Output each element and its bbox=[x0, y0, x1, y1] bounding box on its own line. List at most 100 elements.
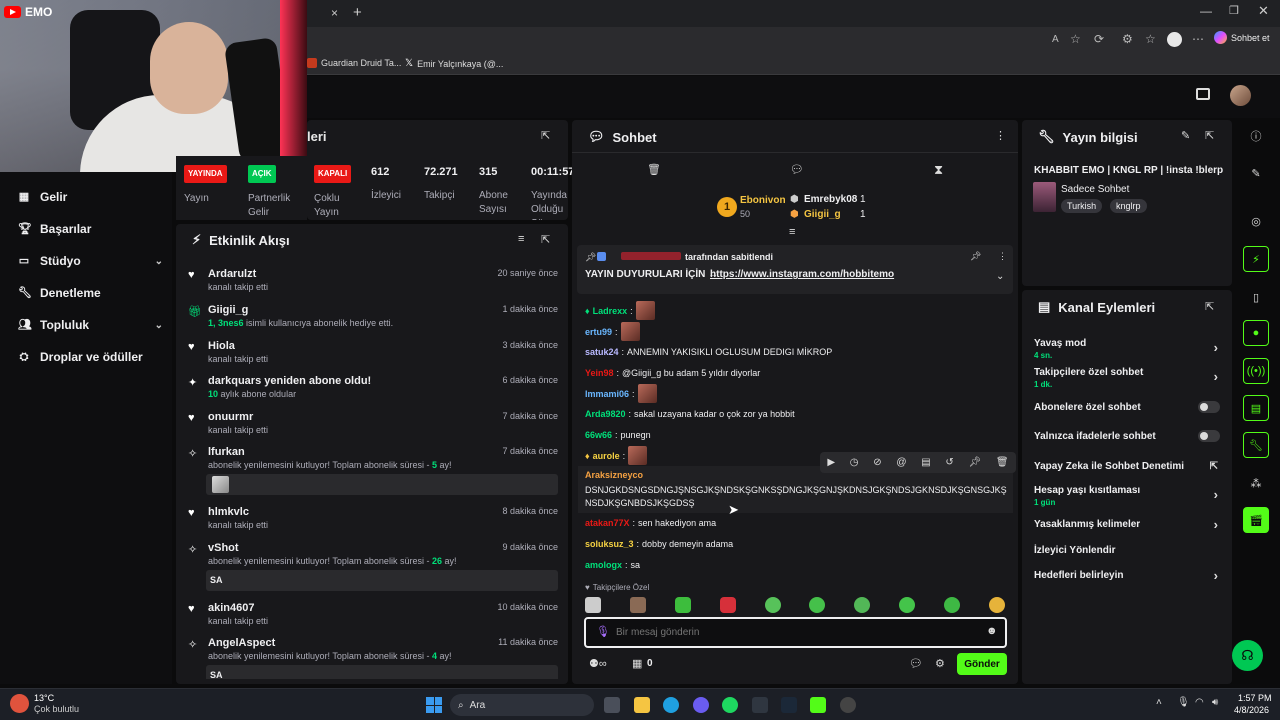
more-menu-icon[interactable]: ⋯ bbox=[1192, 32, 1204, 46]
hourglass-icon[interactable]: ⧗ bbox=[934, 162, 943, 178]
activity-user[interactable]: vShot bbox=[208, 542, 239, 554]
chat-bubble-icon[interactable]: ● bbox=[1243, 320, 1269, 346]
popout-icon[interactable]: ⇱ bbox=[1205, 300, 1214, 313]
play-icon[interactable]: ▶ bbox=[827, 457, 835, 468]
sidebar-item-achievements[interactable]: 🏆︎ Başarılar bbox=[18, 222, 163, 236]
obs-icon[interactable] bbox=[840, 697, 856, 713]
leaderboard-user[interactable]: Emrebyk08 bbox=[804, 194, 857, 205]
more-vertical-icon[interactable]: ⋮ bbox=[998, 251, 1007, 262]
edit-pencil-icon[interactable]: ✎ bbox=[1243, 160, 1269, 186]
emote-image[interactable] bbox=[944, 597, 960, 613]
chat-input-box[interactable]: 🎙︎ ☻ bbox=[584, 617, 1007, 648]
action-banned-words[interactable]: Yasaklanmış kelimeler › bbox=[1034, 517, 1224, 532]
community-icon[interactable]: ⁂ bbox=[1243, 470, 1269, 496]
weather-icon[interactable] bbox=[10, 694, 29, 713]
activity-user[interactable]: onuurmr bbox=[208, 411, 253, 423]
wrench-icon[interactable]: 🔧︎ bbox=[1243, 432, 1269, 458]
chat-bubble-icon[interactable]: 💬︎ bbox=[790, 163, 804, 176]
chat-bubble-icon[interactable]: 💬︎ bbox=[909, 657, 923, 670]
chat-username[interactable]: satuk24 bbox=[585, 347, 619, 357]
delete-icon[interactable]: 🗑︎ bbox=[996, 457, 1009, 468]
wifi-icon[interactable]: ◠ bbox=[1195, 697, 1204, 708]
activity-user[interactable]: AngelAspect bbox=[208, 637, 275, 649]
emote-image[interactable] bbox=[719, 597, 736, 613]
category-thumbnail[interactable] bbox=[1033, 182, 1056, 212]
sidebar-item-drops[interactable]: ⛭ Droplar ve ödüller bbox=[18, 350, 163, 364]
activity-user[interactable]: Giigii_g bbox=[208, 304, 248, 316]
timeout-clock-icon[interactable]: ◷ bbox=[850, 457, 859, 468]
favorite-star-icon[interactable]: ☆ bbox=[1070, 32, 1081, 46]
close-tab-icon[interactable]: × bbox=[331, 6, 338, 20]
gift-icon[interactable]: ▦ bbox=[632, 657, 642, 670]
new-tab-icon[interactable]: + bbox=[353, 4, 362, 21]
emote-image[interactable] bbox=[764, 597, 781, 613]
pin-icon[interactable]: 📌︎ bbox=[969, 457, 982, 468]
chat-username[interactable]: lmmami06 bbox=[585, 389, 629, 399]
popout-icon[interactable]: ⇱ bbox=[1205, 129, 1214, 142]
close-window-icon[interactable]: ✕ bbox=[1258, 3, 1269, 19]
action-follower-only[interactable]: Takipçilere özel sohbet 1 dk. › bbox=[1034, 367, 1224, 389]
info-icon[interactable]: ⓘ bbox=[1243, 123, 1269, 149]
activity-user[interactable]: Ardarulzt bbox=[208, 268, 256, 280]
clapperboard-icon[interactable]: 🎬︎ bbox=[1243, 507, 1269, 533]
file-explorer-icon[interactable] bbox=[634, 697, 650, 713]
popout-icon[interactable]: ⇱ bbox=[541, 233, 550, 246]
sidebar-item-studio[interactable]: ▭ Stüdyo ⌄ bbox=[18, 254, 163, 268]
task-view-icon[interactable] bbox=[604, 697, 620, 713]
emote-only-toggle[interactable] bbox=[1198, 430, 1220, 442]
activity-user[interactable]: Hiola bbox=[208, 340, 235, 352]
expand-icon[interactable]: ≡ bbox=[789, 226, 795, 238]
read-aloud-icon[interactable]: A bbox=[1052, 34, 1059, 45]
user-avatar[interactable] bbox=[1230, 85, 1251, 106]
edge-icon[interactable] bbox=[663, 697, 679, 713]
emote-image[interactable] bbox=[899, 597, 916, 613]
emote-image[interactable] bbox=[809, 597, 826, 613]
extensions-icon[interactable]: ⚙ bbox=[1122, 32, 1133, 46]
action-account-age[interactable]: Hesap yaşı kısıtlaması 1 gün › bbox=[1034, 485, 1224, 507]
refresh-icon[interactable]: ⟳ bbox=[1094, 32, 1104, 46]
stream-tag[interactable]: Turkish bbox=[1061, 199, 1103, 213]
leaderboard-top-user[interactable]: Ebonivon bbox=[740, 195, 786, 206]
steam-icon[interactable] bbox=[781, 697, 797, 713]
emoji-icon[interactable]: ☻ bbox=[986, 625, 998, 637]
chat-username[interactable]: Ladrexx bbox=[593, 306, 628, 316]
microphone-icon[interactable]: 🎙︎ bbox=[1177, 697, 1190, 708]
emote-image[interactable] bbox=[585, 597, 601, 613]
chevron-up-icon[interactable]: ˄ bbox=[1156, 697, 1162, 708]
pinned-link[interactable]: https://www.instagram.com/hobbitemo bbox=[710, 269, 894, 280]
emote-image[interactable] bbox=[629, 597, 646, 613]
chat-username[interactable]: 66w66 bbox=[585, 430, 612, 440]
activity-user[interactable]: lfurkan bbox=[208, 446, 245, 458]
copilot-chat-button[interactable]: Sohbet et bbox=[1214, 31, 1270, 44]
discord-icon[interactable] bbox=[693, 697, 709, 713]
action-ai-moderation[interactable]: Yapay Zeka ile Sohbet Denetimi ⇱ bbox=[1034, 461, 1224, 472]
screenshot-icon[interactable]: ◎ bbox=[1243, 208, 1269, 234]
profile-avatar[interactable] bbox=[1167, 32, 1182, 47]
activity-user[interactable]: hlmkvlc bbox=[208, 506, 249, 518]
support-headset-icon[interactable]: ☊ bbox=[1232, 640, 1263, 671]
popout-icon[interactable]: ⇱ bbox=[541, 129, 550, 142]
leaderboard-user[interactable]: Giigii_g bbox=[804, 209, 841, 220]
gear-icon[interactable]: ⚙ bbox=[935, 657, 945, 670]
chevron-down-icon[interactable]: ⌄ bbox=[996, 271, 1004, 282]
chat-username[interactable]: soluksuz_3 bbox=[585, 539, 634, 549]
ban-icon[interactable]: ⊘ bbox=[873, 457, 881, 468]
minimize-icon[interactable]: — bbox=[1200, 4, 1212, 18]
collections-icon[interactable]: ☆ bbox=[1145, 32, 1156, 46]
emote-image[interactable] bbox=[854, 597, 871, 613]
chat-username[interactable]: amologx bbox=[585, 560, 622, 570]
channel-points-icon[interactable]: ⚉∞ bbox=[589, 657, 607, 670]
mention-icon[interactable]: @ bbox=[896, 457, 906, 468]
microphone-icon[interactable]: 🎙︎ bbox=[596, 625, 610, 638]
taskbar-search[interactable]: ⌕ Ara bbox=[450, 694, 594, 716]
activity-user[interactable]: darkquars yeniden abone oldu! bbox=[208, 375, 371, 387]
bookmark-item[interactable]: Guardian Druid Ta... bbox=[307, 58, 401, 68]
stream-tag[interactable]: knglrp bbox=[1110, 199, 1147, 213]
sidebar-item-community[interactable]: 👥︎ Topluluk ⌄ bbox=[18, 318, 163, 332]
activity-user[interactable]: akin4607 bbox=[208, 602, 254, 614]
stream-category[interactable]: Sadece Sohbet bbox=[1061, 184, 1129, 195]
copy-icon[interactable]: ▤ bbox=[921, 457, 930, 468]
edit-pencil-icon[interactable]: ✎ bbox=[1181, 129, 1190, 142]
filter-icon[interactable]: ≡ bbox=[518, 233, 524, 245]
trash-icon[interactable]: 🗑︎ bbox=[647, 163, 661, 176]
